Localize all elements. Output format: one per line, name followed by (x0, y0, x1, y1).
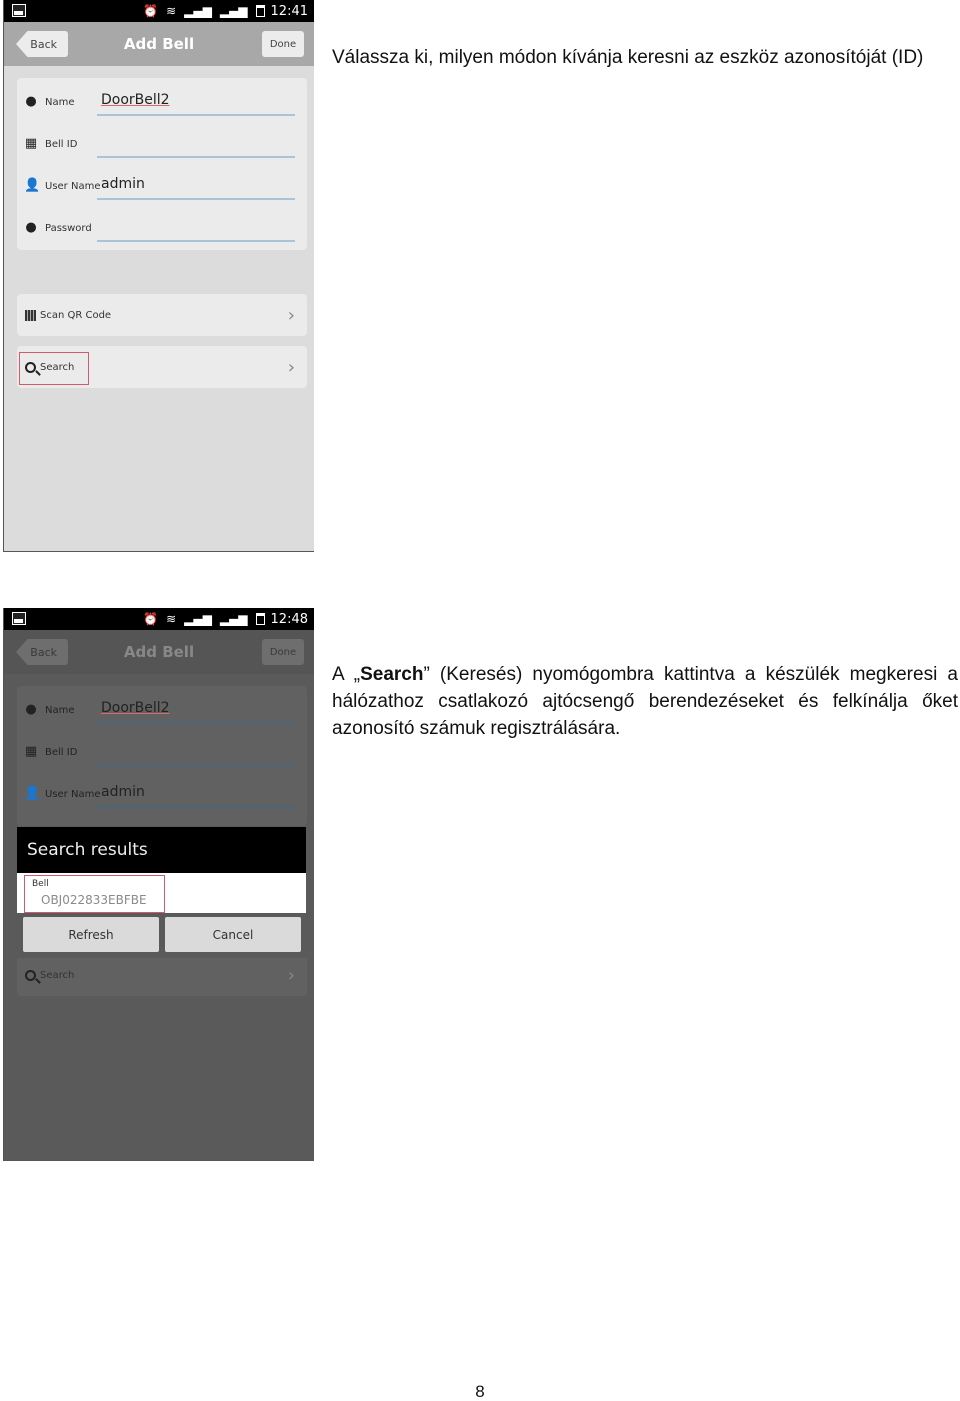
instruction-paragraph-1: Válassza ki, milyen módon kívánja keresn… (332, 47, 924, 68)
user-name-field[interactable]: 👤 User Name admin (17, 770, 307, 812)
gallery-icon (12, 612, 26, 625)
done-button[interactable]: Done (262, 31, 304, 57)
user-name-input[interactable]: admin (101, 784, 145, 800)
screen-title: Add Bell (123, 35, 195, 53)
user-icon: 👤 (24, 178, 41, 193)
highlight-box (19, 352, 89, 385)
name-field[interactable]: ● Name DoorBell2 (17, 686, 307, 728)
alarm-icon: ⏰ (143, 612, 159, 626)
page-number: 8 (475, 1382, 485, 1401)
search-icon (25, 969, 36, 981)
signal-icon: ▂▄▆ (184, 4, 212, 18)
grid-icon: ▦ (24, 136, 38, 151)
name-input[interactable]: DoorBell2 (101, 92, 170, 108)
user-name-input[interactable]: admin (101, 176, 145, 192)
input-underline (97, 722, 295, 724)
bell-form: ● Name DoorBell2 ▦ Bell ID 👤 User Name a… (17, 78, 307, 250)
lock-icon: ● (25, 220, 37, 235)
bell-id-field[interactable]: ▦ Bell ID (17, 728, 307, 770)
bell-id-field[interactable]: ▦ Bell ID (17, 120, 307, 162)
field-label: Bell ID (45, 747, 78, 758)
signal-icon: ▂▄▆ (184, 612, 212, 626)
dialog-title: Search results (17, 827, 306, 873)
chevron-right-icon: › (287, 964, 295, 986)
field-label: User Name (45, 789, 101, 800)
grid-icon: ▦ (24, 744, 38, 759)
field-label: Password (45, 223, 92, 234)
signal-icon: ▂▄▆ (219, 4, 248, 18)
qr-code-icon (25, 309, 36, 321)
password-field[interactable]: ● Password (17, 204, 307, 246)
alarm-icon: ⏰ (143, 4, 159, 18)
name-field[interactable]: ● Name DoorBell2 (17, 78, 307, 120)
search-term: Search (360, 664, 424, 685)
name-input[interactable]: DoorBell2 (101, 700, 170, 716)
field-label: Name (45, 705, 75, 716)
button-label: Scan QR Code (40, 309, 112, 321)
status-time: 12:48 (270, 611, 308, 627)
input-underline (97, 764, 295, 766)
cancel-button[interactable]: Cancel (165, 917, 301, 952)
input-underline (97, 114, 295, 116)
search-button[interactable]: Search › (17, 954, 307, 996)
bell-form: ● Name DoorBell2 ▦ Bell ID 👤 User Name a… (17, 686, 307, 826)
screen-title: Add Bell (123, 643, 195, 661)
chevron-right-icon: › (287, 304, 295, 326)
text-prefix: A „ (332, 664, 361, 685)
screenshot-add-bell: ⏰ ≋ ▂▄▆ ▂▄▆ 12:41 Back Add Bell Done ● N… (3, 0, 314, 552)
user-name-field[interactable]: 👤 User Name admin (17, 162, 307, 204)
status-bar: ⏰ ≋ ▂▄▆ ▂▄▆ 12:41 (4, 0, 314, 22)
battery-icon (255, 613, 265, 625)
screenshot-search-results: ⏰ ≋ ▂▄▆ ▂▄▆ 12:48 Back Add Bell Done ● N… (3, 608, 314, 1161)
back-button[interactable]: Back (16, 31, 68, 57)
gallery-icon (12, 4, 26, 17)
wifi-icon: ≋ (166, 4, 177, 18)
chat-bubble-icon: ● (25, 702, 37, 717)
highlight-box (24, 875, 165, 913)
input-underline (97, 156, 295, 158)
status-time: 12:41 (270, 3, 308, 19)
field-label: Bell ID (45, 139, 78, 150)
instruction-paragraph-2: A „Search” (Keresés) nyomógombra kattint… (332, 661, 958, 742)
status-bar: ⏰ ≋ ▂▄▆ ▂▄▆ 12:48 (4, 608, 314, 630)
search-results-dialog: Search results Bell OBJ022833EBFBE Refre… (17, 827, 306, 958)
field-label: Name (45, 97, 75, 108)
scan-qr-code-button[interactable]: Scan QR Code › (17, 294, 307, 336)
chevron-right-icon: › (287, 356, 295, 378)
wifi-icon: ≋ (166, 612, 177, 626)
back-button[interactable]: Back (16, 639, 68, 665)
nav-bar: Back Add Bell Done (4, 22, 314, 66)
refresh-button[interactable]: Refresh (23, 917, 159, 952)
nav-bar: Back Add Bell Done (4, 630, 314, 674)
chat-bubble-icon: ● (25, 94, 37, 109)
text-suffix: ” (Keresés) nyomógombra kattintva a kész… (332, 664, 958, 739)
battery-icon (255, 5, 265, 17)
button-label: Search (40, 969, 75, 981)
user-icon: 👤 (24, 786, 41, 801)
input-underline (97, 240, 295, 242)
signal-icon: ▂▄▆ (219, 612, 248, 626)
done-button[interactable]: Done (262, 639, 304, 665)
search-result-item[interactable]: Bell OBJ022833EBFBE (17, 873, 306, 913)
field-label: User Name (45, 181, 101, 192)
input-underline (97, 198, 295, 200)
input-underline (97, 806, 295, 808)
